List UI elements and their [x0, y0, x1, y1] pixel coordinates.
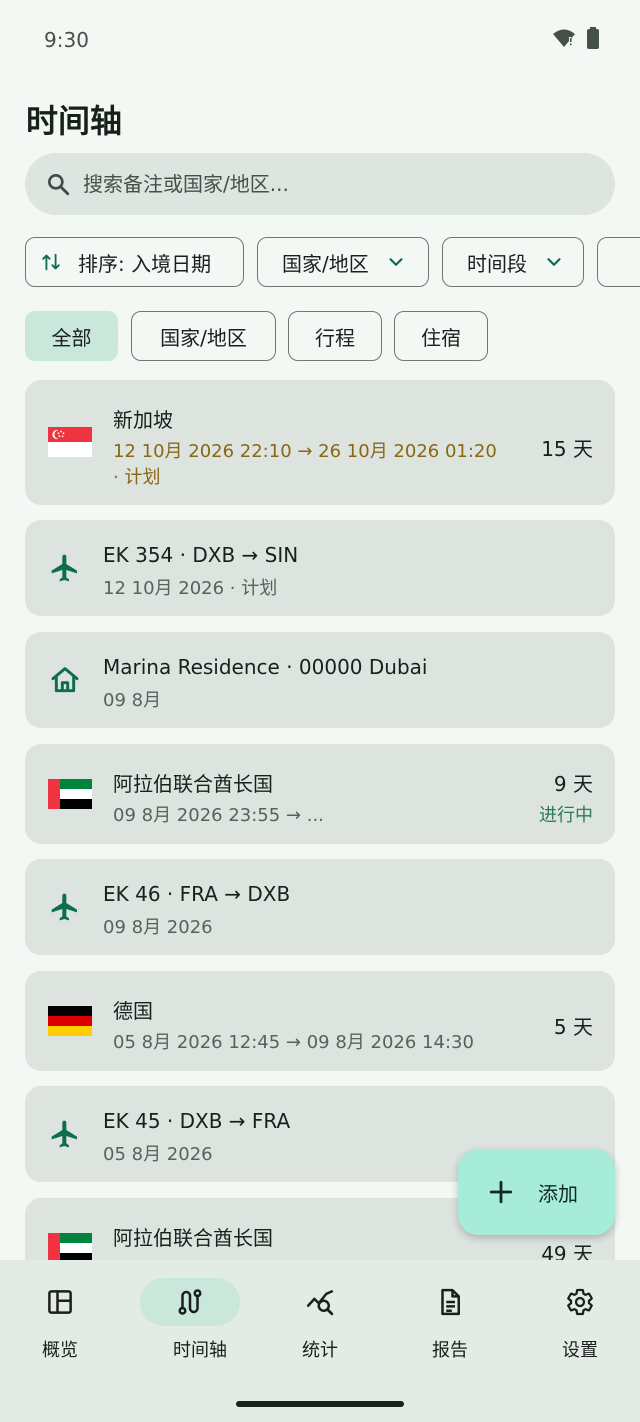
card-title: 阿拉伯联合酋长国 — [113, 1226, 273, 1250]
card-days: 15 天 — [541, 437, 593, 461]
germany-flag-icon — [48, 1006, 92, 1036]
nav-timeline[interactable]: 时间轴 — [130, 1278, 250, 1378]
wifi-icon — [553, 29, 575, 47]
add-button[interactable]: 添加 — [458, 1149, 615, 1235]
plus-icon — [489, 1180, 513, 1204]
card-title: 德国 — [113, 999, 153, 1023]
chevron-down-icon — [547, 258, 561, 266]
status-bar: 9:30 — [0, 0, 640, 78]
nav-overview-icon-container — [20, 1278, 100, 1326]
card-title: 阿拉伯联合酋长国 — [113, 772, 273, 796]
sort-chip-label: 排序: 入境日期 — [78, 251, 212, 276]
nav-settings-icon-container — [540, 1278, 620, 1326]
tab-trips[interactable]: 行程 — [288, 311, 382, 361]
card-dates: 09 8月 2026 23:55 → ... — [113, 805, 324, 826]
card-status: · 计划 — [113, 467, 161, 488]
card-title: EK 46 · FRA → DXB — [103, 882, 291, 906]
stats-icon — [306, 1290, 334, 1316]
nav-report[interactable]: 报告 — [390, 1278, 510, 1378]
report-icon — [441, 1288, 460, 1316]
nav-overview-label: 概览 — [42, 1340, 78, 1361]
tab-all-label: 全部 — [51, 325, 92, 350]
stay-card[interactable]: Marina Residence · 00000 Dubai 09 8月 — [25, 632, 615, 728]
country-card-germany[interactable]: 德国 05 8月 2026 12:45 → 09 8月 2026 14:30 5… — [25, 971, 615, 1071]
uae-flag-icon — [48, 1233, 92, 1263]
country-card-singapore[interactable]: 新加坡 12 10月 2026 22:10 → 26 10月 2026 01:2… — [25, 380, 615, 505]
dashboard-icon — [48, 1290, 72, 1314]
chevron-down-icon — [389, 258, 403, 266]
period-filter-chip[interactable]: 时间段 — [442, 237, 584, 287]
settings-icon — [567, 1288, 593, 1316]
status-icons — [552, 27, 600, 49]
nav-timeline-icon-container — [140, 1278, 240, 1326]
nav-overview[interactable]: 概览 — [0, 1278, 120, 1378]
card-dates: 12 10月 2026 22:10 → 26 10月 2026 01:20 — [113, 441, 497, 462]
uae-flag-icon — [48, 779, 92, 809]
sort-icon — [42, 253, 60, 271]
search-icon — [48, 174, 70, 196]
airplane-icon — [51, 554, 77, 582]
nav-settings[interactable]: 设置 — [520, 1278, 640, 1378]
singapore-flag-icon — [48, 427, 92, 457]
card-subtitle: 09 8月 — [103, 690, 162, 711]
card-title: EK 354 · DXB → SIN — [103, 543, 299, 567]
tab-stays-label: 住宿 — [421, 325, 461, 350]
card-days: 9 天 — [553, 772, 593, 796]
airplane-icon — [51, 1120, 77, 1148]
status-time: 9:30 — [44, 28, 89, 52]
card-subtitle: 12 10月 2026 · 计划 — [103, 578, 278, 599]
card-dates: 05 8月 2026 12:45 → 09 8月 2026 14:30 — [113, 1032, 474, 1053]
nav-report-label: 报告 — [432, 1340, 468, 1361]
home-indicator[interactable] — [236, 1401, 404, 1407]
bottom-navigation: 概览 时间轴 统计 报告 设置 — [0, 1260, 640, 1422]
add-button-label: 添加 — [538, 1181, 578, 1206]
card-title: Marina Residence · 00000 Dubai — [103, 655, 428, 679]
flight-card[interactable]: EK 46 · FRA → DXB 09 8月 2026 — [25, 859, 615, 955]
tab-trips-label: 行程 — [315, 325, 355, 350]
sort-chip[interactable]: 排序: 入境日期 — [25, 237, 244, 287]
card-title: EK 45 · DXB → FRA — [103, 1109, 291, 1133]
more-filter-chip[interactable] — [597, 237, 640, 287]
filter-row: 排序: 入境日期 国家/地区 时间段 — [25, 237, 640, 289]
card-days: 5 天 — [553, 1015, 593, 1039]
tab-stays[interactable]: 住宿 — [394, 311, 488, 361]
tab-countries-label: 国家/地区 — [160, 325, 247, 350]
search-input[interactable] — [83, 172, 563, 196]
period-filter-label: 时间段 — [467, 251, 527, 276]
tab-countries[interactable]: 国家/地区 — [131, 311, 276, 361]
card-subtitle: 05 8月 2026 — [103, 1144, 213, 1165]
airplane-icon — [51, 893, 77, 921]
nav-stats-label: 统计 — [302, 1340, 338, 1361]
card-title: 新加坡 — [113, 408, 173, 432]
page-title: 时间轴 — [26, 102, 123, 140]
tab-all[interactable]: 全部 — [25, 311, 118, 361]
country-filter-chip[interactable]: 国家/地区 — [257, 237, 429, 287]
nav-stats[interactable]: 统计 — [260, 1278, 380, 1378]
nav-timeline-label: 时间轴 — [173, 1340, 227, 1361]
card-subtitle: 09 8月 2026 — [103, 917, 213, 938]
flight-card[interactable]: EK 354 · DXB → SIN 12 10月 2026 · 计划 — [25, 520, 615, 616]
ongoing-badge: 进行中 — [539, 805, 593, 826]
nav-report-icon-container — [410, 1278, 490, 1326]
nav-stats-icon-container — [280, 1278, 360, 1326]
country-filter-label: 国家/地区 — [282, 251, 369, 276]
country-card-uae[interactable]: 阿拉伯联合酋长国 09 8月 2026 23:55 → ... 9 天 进行中 — [25, 744, 615, 844]
nav-settings-label: 设置 — [562, 1340, 598, 1361]
timeline-icon — [178, 1289, 202, 1315]
home-icon — [51, 667, 79, 693]
battery-icon — [587, 27, 599, 49]
search-bar[interactable] — [25, 153, 615, 215]
